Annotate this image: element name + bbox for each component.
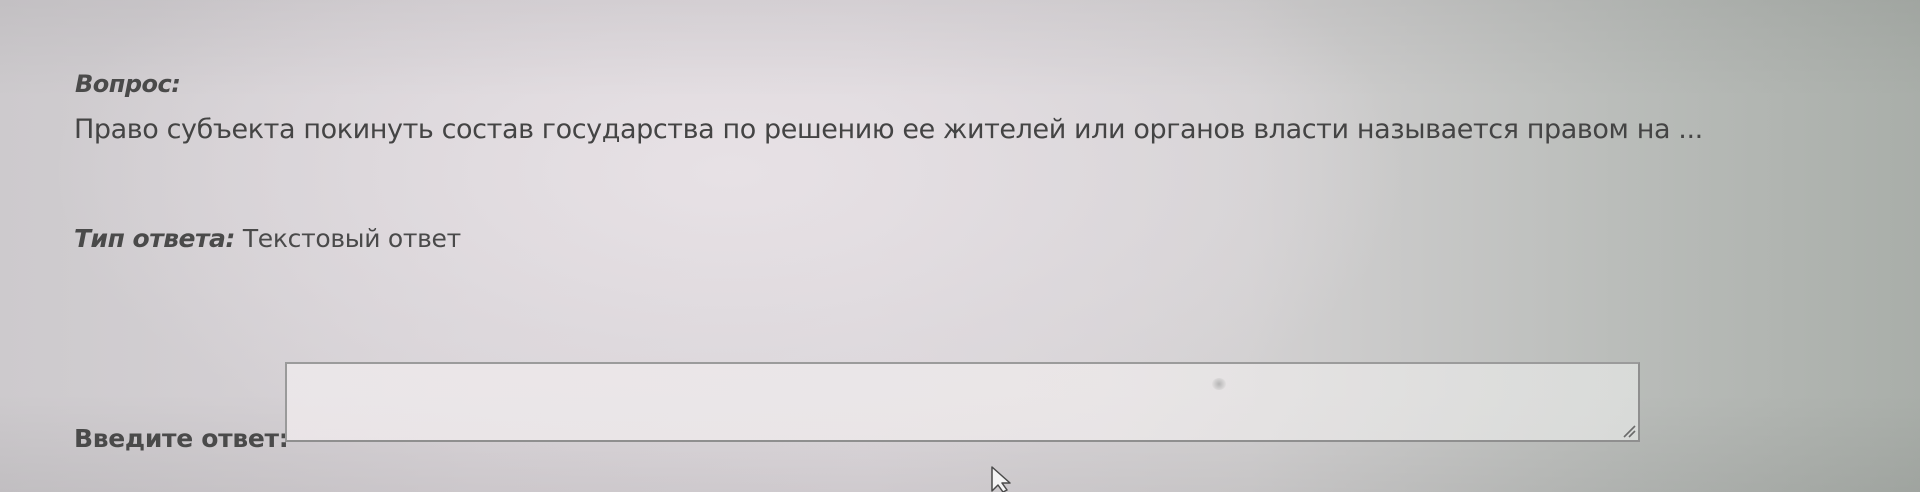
mouse-pointer-icon — [991, 466, 1011, 492]
answer-type-label: Тип ответа: — [74, 224, 235, 253]
screen-glare-spot — [1212, 378, 1226, 390]
question-label: Вопрос: — [75, 70, 181, 98]
answer-type: Тип ответа: Текстовый ответ — [74, 224, 461, 253]
answer-type-value: Текстовый ответ — [242, 224, 461, 253]
answer-textarea[interactable] — [285, 362, 1640, 442]
answer-input-label: Введите ответ: — [74, 424, 289, 453]
resize-grip-icon[interactable] — [1622, 424, 1636, 438]
question-text: Право субъекта покинуть состав государст… — [74, 114, 1703, 145]
